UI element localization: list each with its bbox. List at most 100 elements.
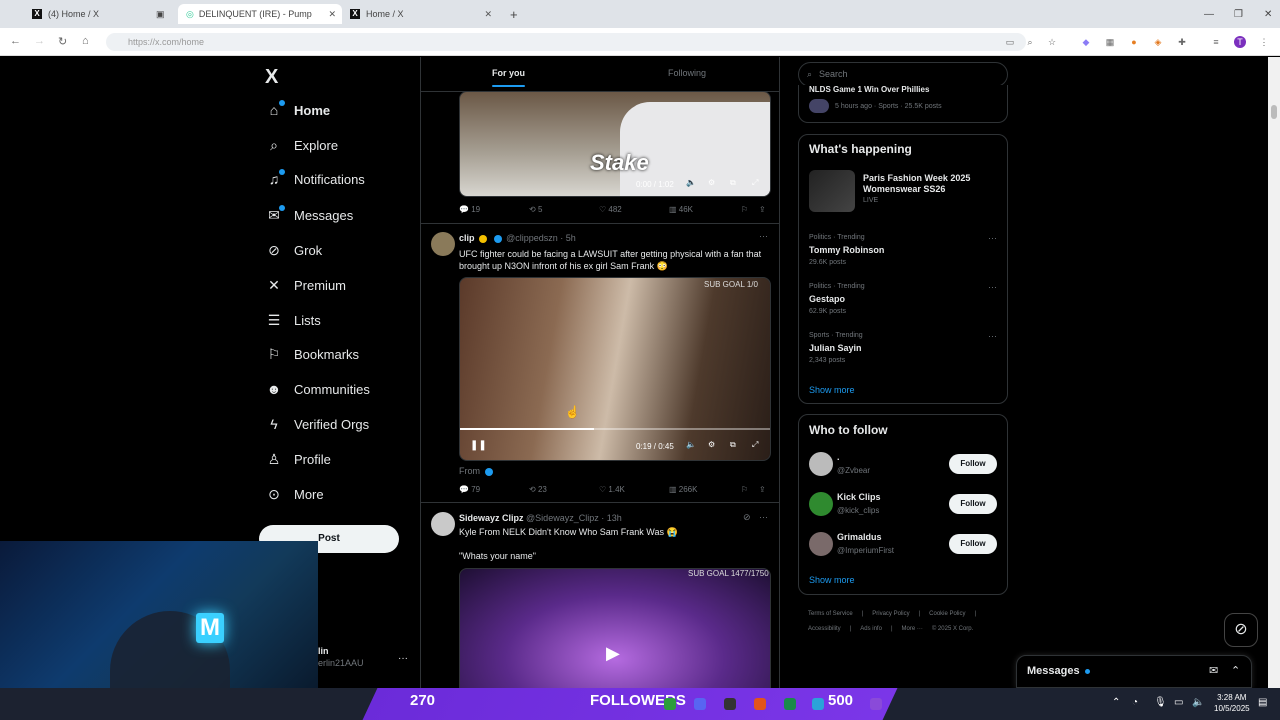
nav-lists[interactable]: ☰ Lists	[266, 308, 321, 332]
nav-notifications[interactable]: ♫ Notifications	[266, 167, 365, 191]
tab-overflow-icon[interactable]: ▣	[148, 4, 170, 24]
avatar[interactable]	[431, 232, 455, 256]
app-icon[interactable]	[870, 698, 882, 710]
menu-icon[interactable]: ⋮	[1258, 36, 1270, 48]
trend-name[interactable]: Julian Sayin	[809, 343, 862, 353]
network-icon[interactable]: ▭	[1174, 697, 1183, 708]
scroll-thumb[interactable]	[1271, 105, 1277, 119]
fullscreen-icon[interactable]: ⤢	[752, 178, 758, 188]
bookmark-icon[interactable]: ⚐	[741, 485, 748, 494]
footer-link[interactable]: Ads info	[860, 626, 882, 632]
like-button[interactable]: ♡ 482	[599, 205, 622, 214]
pause-icon[interactable]: ❚❚	[470, 440, 487, 451]
app-icon[interactable]	[754, 698, 766, 710]
telegram-icon[interactable]	[812, 698, 824, 710]
metamask-icon[interactable]: ◈	[1152, 36, 1164, 48]
follow-button[interactable]: Follow	[949, 494, 997, 514]
footer-link[interactable]: Cookie Policy	[929, 611, 965, 617]
tab-for-you[interactable]: For you	[492, 68, 525, 87]
account-more-icon[interactable]: ···	[398, 653, 408, 664]
app-icon[interactable]	[724, 698, 736, 710]
footer-link[interactable]: Accessibility	[808, 626, 841, 632]
settings-icon[interactable]: ⚙	[708, 440, 715, 449]
nav-grok[interactable]: ⊘ Grok	[266, 238, 322, 262]
follow-name[interactable]: .	[837, 452, 840, 462]
browser-tab[interactable]: X Home / X ✕	[342, 4, 498, 24]
notification-icon[interactable]: ▤	[1258, 697, 1267, 708]
close-icon[interactable]: ✕	[328, 9, 336, 20]
home-browser-icon[interactable]: ⌂	[82, 35, 89, 47]
star-icon[interactable]: ☆	[1046, 36, 1058, 48]
views-button[interactable]: ▥ 266K	[669, 485, 697, 494]
tweet-time[interactable]: · 13h	[601, 513, 622, 523]
trend-name[interactable]: Gestapo	[809, 294, 845, 304]
minimize-icon[interactable]: —	[1196, 4, 1222, 24]
discord-icon[interactable]	[694, 698, 706, 710]
footer-link[interactable]: Privacy Policy	[872, 611, 909, 617]
sidebar-icon[interactable]: ≡	[1210, 36, 1222, 48]
cast-icon[interactable]: ▭	[1004, 36, 1016, 48]
grok-analyze-icon[interactable]: ⊘	[743, 512, 751, 523]
bookmark-icon[interactable]: ⚐	[741, 205, 748, 214]
zoom-icon[interactable]: ⌕	[1024, 36, 1036, 48]
expand-icon[interactable]: ⌃	[1231, 664, 1240, 677]
volume-icon[interactable]: 🔈	[686, 440, 696, 449]
volume-icon[interactable]: 🔈	[686, 178, 696, 187]
nav-more[interactable]: ⊙ More	[266, 482, 324, 506]
news-card[interactable]: NLDS Game 1 Win Over Phillies 5 hours ag…	[798, 85, 1008, 123]
tweet-more-icon[interactable]: ···	[759, 231, 768, 241]
reload-icon[interactable]: ↻	[58, 35, 67, 48]
tray-icon[interactable]: ◔	[1132, 697, 1138, 708]
volume-tray-icon[interactable]: 🔈	[1192, 697, 1204, 708]
avatar[interactable]	[809, 452, 833, 476]
settings-icon[interactable]: ⚙	[708, 178, 715, 187]
nav-bookmarks[interactable]: ⚐ Bookmarks	[266, 342, 359, 366]
pip-icon[interactable]: ⧉	[730, 440, 736, 450]
author-handle[interactable]: @Sidewayz_Clipz	[526, 513, 599, 523]
app-icon[interactable]	[664, 698, 676, 710]
show-more-link[interactable]: Show more	[809, 385, 855, 395]
show-more-link[interactable]: Show more	[809, 575, 855, 585]
author-name[interactable]: clip	[459, 233, 475, 243]
tweet-more-icon[interactable]: ···	[759, 512, 768, 522]
author-handle[interactable]: @clippedszn	[506, 233, 558, 243]
browser-tab[interactable]: X (4) Home / X	[24, 4, 164, 24]
footer-link[interactable]: Terms of Service	[808, 611, 853, 617]
avatar[interactable]	[809, 532, 833, 556]
like-button[interactable]: ♡ 1.4K	[599, 485, 625, 494]
extension-icon[interactable]: ◆	[1080, 36, 1092, 48]
nav-home[interactable]: ⌂ Home	[266, 98, 330, 122]
tab-following[interactable]: Following	[668, 68, 706, 78]
microphone-icon[interactable]: 🎙	[1154, 697, 1167, 708]
tweet-video[interactable]: SUB GOAL 1/0 ❚❚ 0:19 / 0:45 🔈 ⚙ ⧉ ⤢	[459, 277, 771, 461]
app-icon[interactable]	[784, 698, 796, 710]
nav-messages[interactable]: ✉ Messages	[266, 203, 353, 227]
extension-icon[interactable]: ▦	[1104, 36, 1116, 48]
profile-avatar-icon[interactable]: T	[1234, 36, 1246, 48]
avatar[interactable]	[809, 492, 833, 516]
nav-communities[interactable]: ☻ Communities	[266, 377, 370, 401]
reply-button[interactable]: 💬 79	[459, 485, 480, 494]
new-tab-button[interactable]: +	[502, 4, 522, 24]
x-logo[interactable]: X	[265, 66, 278, 89]
repost-button[interactable]: ⟲ 23	[529, 485, 547, 494]
close-icon[interactable]: ✕	[484, 9, 492, 20]
nav-verified-orgs[interactable]: ϟ Verified Orgs	[266, 412, 369, 436]
share-icon[interactable]: ⇪	[759, 485, 766, 494]
back-icon[interactable]: ←	[10, 35, 21, 47]
follow-name[interactable]: Grimaldus	[837, 532, 882, 542]
footer-link[interactable]: More ···	[902, 626, 923, 632]
trend-name[interactable]: Tommy Robinson	[809, 245, 884, 255]
nav-profile[interactable]: ♙ Profile	[266, 447, 331, 471]
event-thumbnail[interactable]	[809, 170, 855, 212]
maximize-icon[interactable]: ❐	[1226, 4, 1251, 24]
page-scrollbar[interactable]	[1268, 57, 1280, 720]
compose-message-icon[interactable]: ✉	[1209, 664, 1218, 677]
messages-drawer[interactable]: Messages ✉ ⌃	[1016, 655, 1252, 688]
trend-more-icon[interactable]: ···	[988, 233, 997, 243]
follow-name[interactable]: Kick Clips	[837, 492, 881, 502]
grok-floating-button[interactable]: ⊘	[1224, 613, 1258, 647]
taskbar-clock[interactable]: 3:28 AM 10/5/2025	[1214, 692, 1250, 714]
author-name[interactable]: Sidewayz Clipz	[459, 513, 524, 523]
play-icon[interactable]: ▶	[606, 643, 620, 664]
